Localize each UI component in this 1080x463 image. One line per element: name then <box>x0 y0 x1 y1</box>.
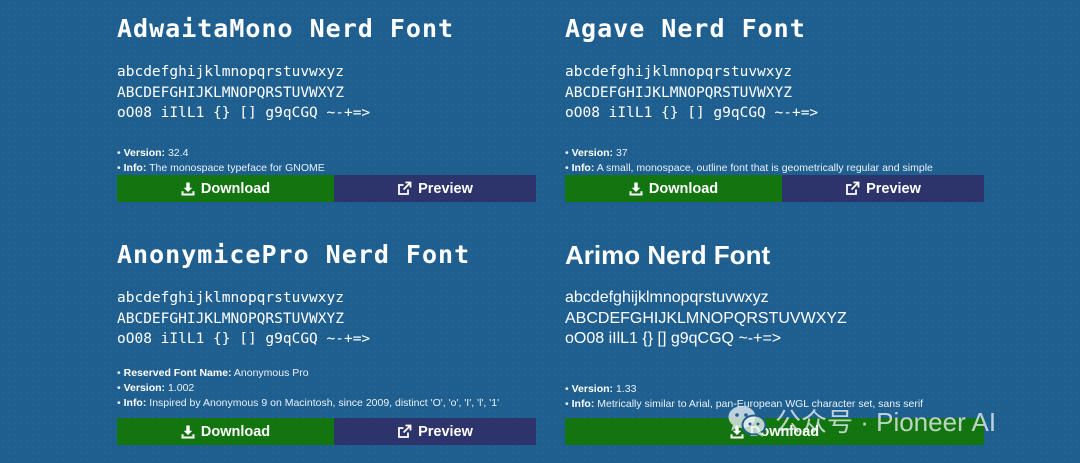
info-label: Info: <box>571 397 595 410</box>
reserved-name-row: • Reserved Font Name: Anonymous Pro <box>117 366 537 381</box>
version-label: Version: <box>123 381 166 394</box>
font-card-arimo: Arimo Nerd Font abcdefghijklmnopqrstuvwx… <box>565 238 985 445</box>
version-row: • Version: 1.002 <box>117 381 537 396</box>
version-row: • Version: 1.33 <box>565 382 985 397</box>
version-value: 37 <box>615 146 628 159</box>
sample-glyphs: oO08 iIlL1 {} [] g9qCGQ ~-+=> <box>565 330 782 347</box>
sample-uppercase: ABCDEFGHIJKLMNOPQRSTUVWXYZ <box>565 84 792 101</box>
sample-lowercase: abcdefghijklmnopqrstuvwxyz <box>565 289 769 306</box>
bullet: • <box>117 161 121 174</box>
font-title: AnonymicePro Nerd Font <box>117 240 471 269</box>
info-value: The monospace typeface for GNOME <box>149 161 325 174</box>
bullet: • <box>117 381 121 394</box>
sample-glyphs: oO08 iIlL1 {} [] g9qCGQ ~-+=> <box>117 331 371 347</box>
download-button[interactable]: Download <box>117 175 334 202</box>
info-row: • Info: A small, monospace, outline font… <box>565 161 985 176</box>
download-icon <box>181 182 195 196</box>
sample-lowercase: abcdefghijklmnopqrstuvwxyz <box>117 64 344 80</box>
version-value: 1.33 <box>615 382 637 395</box>
bullet: • <box>565 397 569 410</box>
font-meta: • Version: 37 • Info: A small, monospace… <box>565 146 985 176</box>
sample-glyphs: oO08 iIlL1 {} [] g9qCGQ ~-+=> <box>565 105 819 121</box>
bullet: • <box>565 146 569 159</box>
font-meta: • Reserved Font Name: Anonymous Pro • Ve… <box>117 366 537 411</box>
external-link-icon <box>397 181 412 196</box>
action-buttons: Download Preview <box>117 175 536 202</box>
info-label: Info: <box>123 161 147 174</box>
sample-lowercase: abcdefghijklmnopqrstuvwxyz <box>565 64 792 80</box>
bullet: • <box>565 161 569 174</box>
download-label: Download <box>648 180 719 197</box>
bullet: • <box>117 146 121 159</box>
version-row: • Version: 37 <box>565 146 985 161</box>
watermark: 公众号 · Pioneer AI <box>727 402 996 439</box>
wechat-icon <box>727 404 767 438</box>
info-value: Inspired by Anonymous 9 on Macintosh, si… <box>149 396 500 409</box>
external-link-icon <box>845 181 860 196</box>
download-icon <box>629 182 643 196</box>
download-label: Download <box>200 423 271 440</box>
sample-uppercase: ABCDEFGHIJKLMNOPQRSTUVWXYZ <box>117 310 344 327</box>
preview-button[interactable]: Preview <box>782 175 984 202</box>
font-card-adwaitamono: AdwaitaMono Nerd Font abcdefghijklmnopqr… <box>117 12 537 202</box>
info-row: • Info: The monospace typeface for GNOME <box>117 161 537 176</box>
bullet: • <box>117 366 121 379</box>
watermark-text: 公众号 · Pioneer AI <box>775 407 997 437</box>
version-label: Version: <box>571 382 614 395</box>
preview-button[interactable]: Preview <box>334 418 536 445</box>
font-sample: abcdefghijklmnopqrstuvwxyz ABCDEFGHIJKLM… <box>117 288 537 350</box>
preview-button[interactable]: Preview <box>334 175 536 202</box>
font-title: Arimo Nerd Font <box>565 240 771 270</box>
bullet: • <box>565 382 569 395</box>
info-value: A small, monospace, outline font that is… <box>596 161 933 174</box>
preview-label: Preview <box>418 423 473 440</box>
font-sample: abcdefghijklmnopqrstuvwxyz ABCDEFGHIJKLM… <box>117 62 537 124</box>
bullet: • <box>117 396 121 409</box>
version-label: Version: <box>123 146 166 159</box>
version-label: Version: <box>571 146 614 159</box>
version-row: • Version: 32.4 <box>117 146 537 161</box>
download-button[interactable]: Download <box>117 418 334 445</box>
font-sample: abcdefghijklmnopqrstuvwxyz ABCDEFGHIJKLM… <box>565 288 985 350</box>
font-meta: • Version: 32.4 • Info: The monospace ty… <box>117 146 537 176</box>
sample-uppercase: ABCDEFGHIJKLMNOPQRSTUVWXYZ <box>565 309 847 327</box>
font-card-agave: Agave Nerd Font abcdefghijklmnopqrstuvwx… <box>565 12 985 202</box>
font-title: Agave Nerd Font <box>565 14 806 43</box>
info-row: • Info: Inspired by Anonymous 9 on Macin… <box>117 396 537 411</box>
sample-glyphs: oO08 iIlL1 {} [] g9qCGQ ~-+=> <box>117 105 371 121</box>
sample-uppercase: ABCDEFGHIJKLMNOPQRSTUVWXYZ <box>117 84 344 101</box>
download-label: Download <box>200 180 271 197</box>
preview-label: Preview <box>866 180 921 197</box>
external-link-icon <box>397 424 412 439</box>
info-label: Info: <box>123 396 147 409</box>
font-sample: abcdefghijklmnopqrstuvwxyz ABCDEFGHIJKLM… <box>565 62 985 124</box>
font-title: AdwaitaMono Nerd Font <box>117 14 455 43</box>
action-buttons: Download Preview <box>117 418 536 445</box>
version-value: 1.002 <box>167 381 195 394</box>
font-card-anonymicepro: AnonymicePro Nerd Font abcdefghijklmnopq… <box>117 238 537 445</box>
action-buttons: Download Preview <box>565 175 984 202</box>
reserved-name-label: Reserved Font Name: <box>123 366 232 379</box>
sample-lowercase: abcdefghijklmnopqrstuvwxyz <box>117 290 344 306</box>
reserved-name-value: Anonymous Pro <box>233 366 309 379</box>
version-value: 32.4 <box>167 146 189 159</box>
info-label: Info: <box>571 161 595 174</box>
download-button[interactable]: Download <box>565 175 782 202</box>
download-icon <box>181 425 195 439</box>
preview-label: Preview <box>418 180 473 197</box>
